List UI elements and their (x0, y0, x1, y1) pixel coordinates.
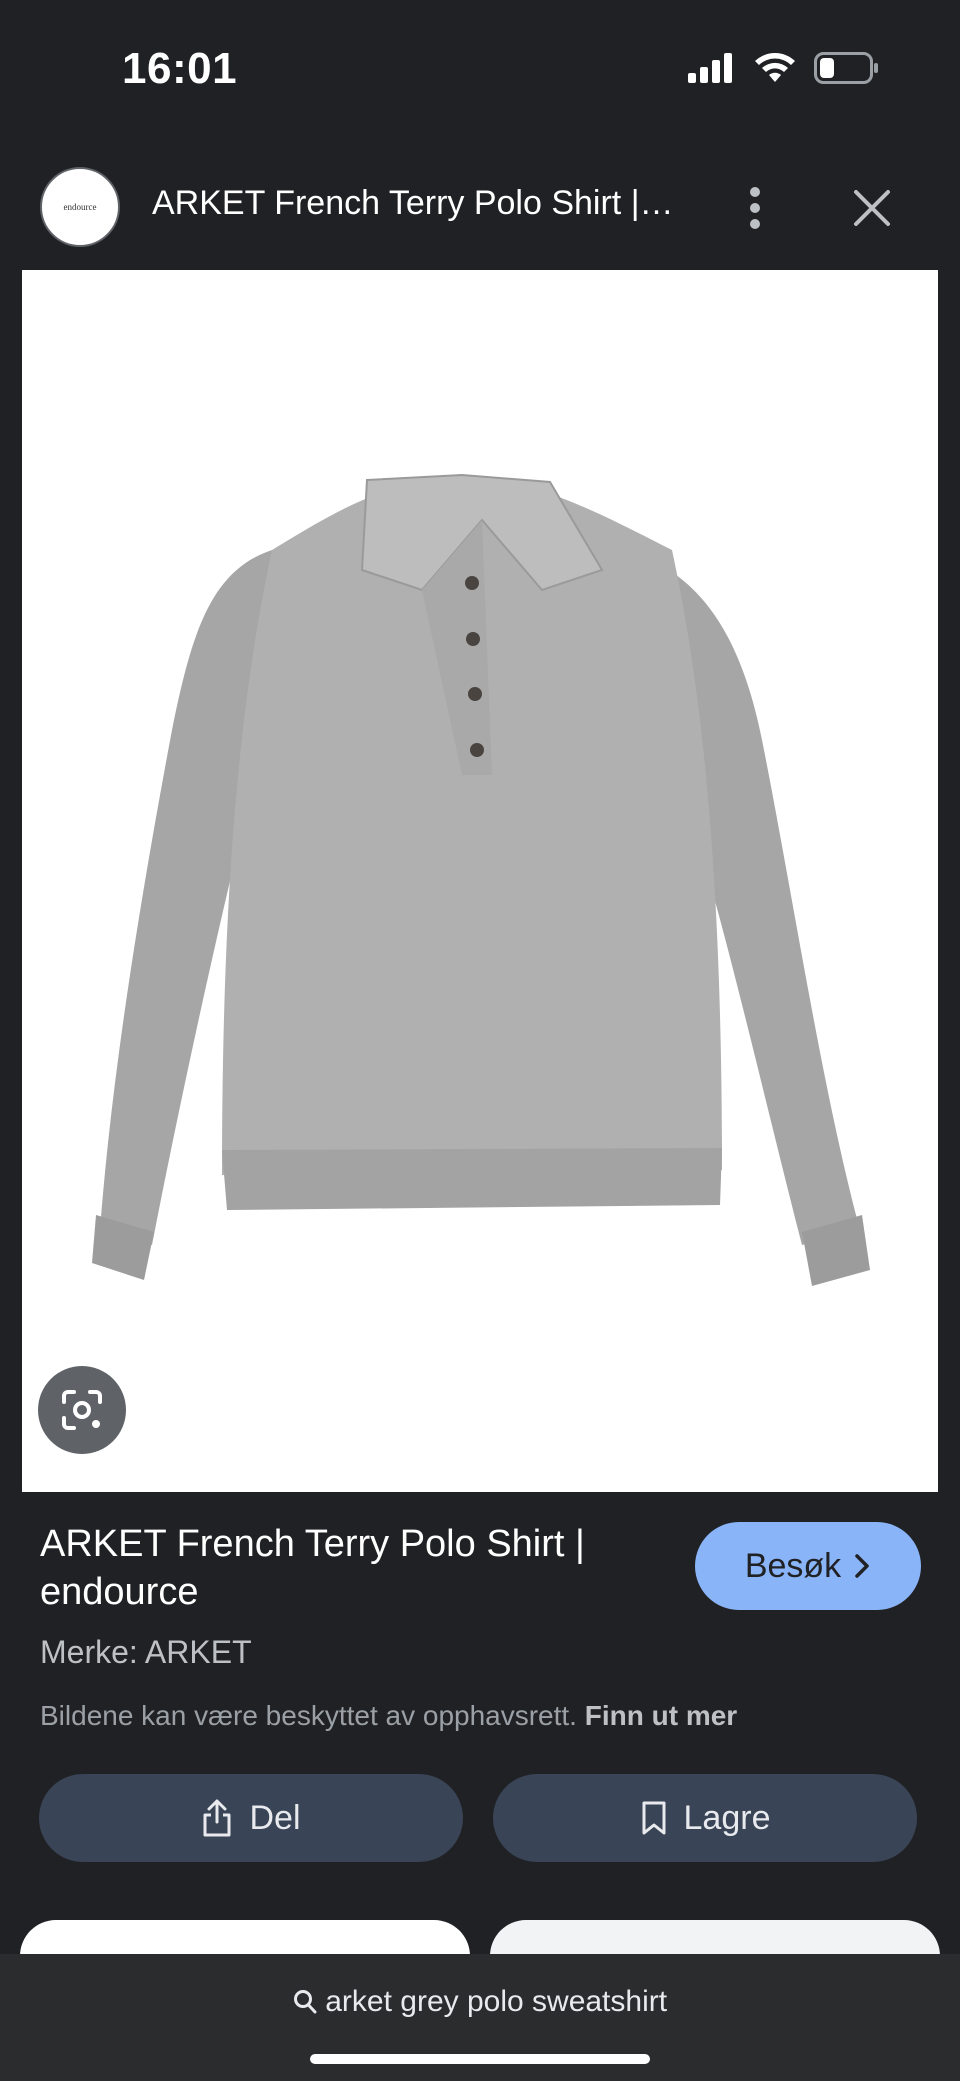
visit-button[interactable]: Besøk (695, 1522, 921, 1610)
chevron-right-icon (855, 1554, 869, 1578)
search-icon (293, 1990, 317, 2014)
share-button-label: Del (249, 1798, 301, 1837)
status-time: 16:01 (122, 44, 238, 93)
learn-more-link[interactable]: Finn ut mer (585, 1700, 737, 1731)
site-logo[interactable]: endource (40, 167, 120, 247)
signal-icon (688, 53, 732, 83)
copyright-notice: Bildene kan være beskyttet av opphavsret… (40, 1700, 737, 1732)
share-icon (203, 1799, 231, 1837)
status-icons (688, 52, 880, 84)
polo-sweatshirt-image (92, 473, 870, 1286)
lens-icon (62, 1390, 102, 1430)
lens-search-button[interactable] (38, 1366, 126, 1454)
save-button-label: Lagre (683, 1798, 771, 1837)
brand-label: Merke: ARKET (40, 1634, 252, 1670)
save-button[interactable]: Lagre (493, 1774, 917, 1862)
wifi-icon (755, 53, 795, 82)
visit-button-label: Besøk (744, 1546, 842, 1585)
product-image[interactable] (22, 270, 938, 1492)
battery-icon (814, 52, 878, 84)
result-title[interactable]: ARKET French Terry Polo Shirt | endource (40, 1520, 660, 1616)
home-indicator (310, 2054, 650, 2064)
search-query-row[interactable]: arket grey polo sweatshirt (0, 1984, 960, 2019)
close-button[interactable] (848, 184, 896, 232)
site-logo-text: endource (63, 202, 97, 212)
copyright-text: Bildene kan være beskyttet av opphavsret… (40, 1700, 577, 1731)
status-bar: 16:01 (0, 0, 960, 140)
more-options-button[interactable] (738, 184, 772, 232)
close-icon (854, 190, 890, 226)
bottom-search-bar[interactable]: arket grey polo sweatshirt (0, 1954, 960, 2081)
search-query-text: arket grey polo sweatshirt (325, 1985, 668, 2019)
share-button[interactable]: Del (39, 1774, 463, 1862)
result-info-panel: ARKET French Terry Polo Shirt | endource… (0, 1492, 960, 1952)
top-app-bar: endource ARKET French Terry Polo Shirt |… (0, 140, 960, 270)
page-title: ARKET French Terry Polo Shirt | endource (152, 184, 682, 222)
bookmark-icon (642, 1801, 666, 1835)
more-vert-icon (750, 187, 760, 229)
